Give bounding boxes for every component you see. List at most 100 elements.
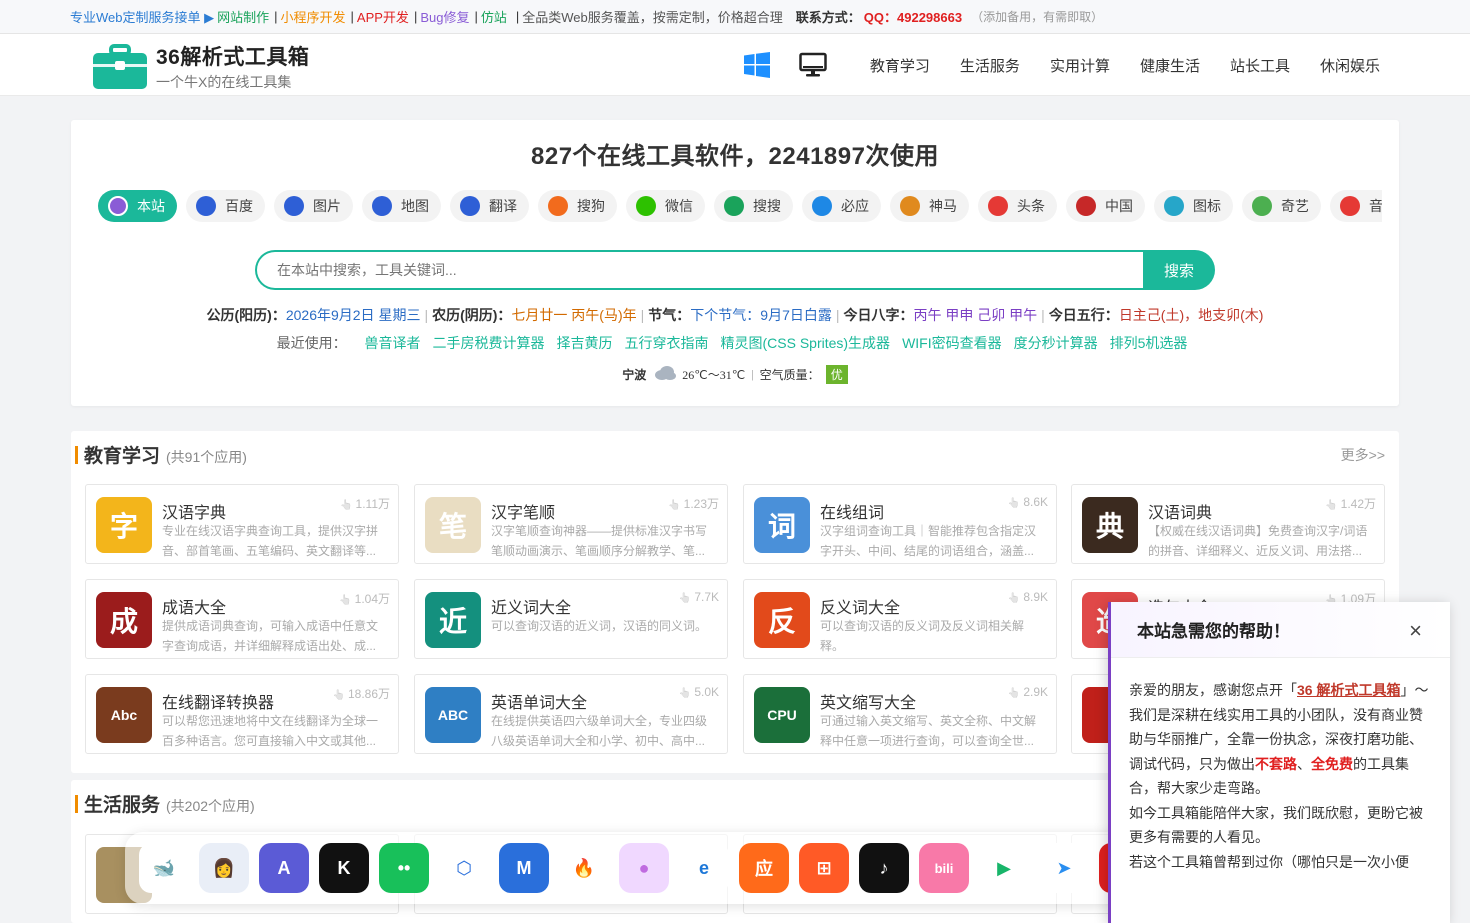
tiktok-icon[interactable]: ♪ bbox=[859, 843, 909, 893]
tool-card[interactable]: 反反义词大全 8.9K 可以查询汉语的反义词及反义词相关解释。 bbox=[743, 579, 1057, 659]
more-link[interactable]: 更多>> bbox=[1341, 445, 1385, 465]
engine-tab[interactable]: 图标 bbox=[1154, 190, 1233, 222]
tool-card[interactable]: ABC 英语单词大全 5.0K 在线提供英语四六级单词大全，专业四级八级英语单词大全和… bbox=[414, 674, 728, 754]
recent-tool-link[interactable]: 五行穿衣指南 bbox=[624, 335, 708, 351]
popup-site-link[interactable]: 36 解析式工具箱 bbox=[1297, 682, 1400, 698]
tool-name: 汉语词典 bbox=[1148, 505, 1213, 522]
grid-app-icon[interactable]: ⊞ bbox=[799, 843, 849, 893]
tool-card[interactable]: CPU 英文缩写大全 2.9K 可通过输入英文缩写、英文全称、中文解释中任意一项进行查… bbox=[743, 674, 1057, 754]
tool-description: 可以查询汉语的近义词，汉语的同义词。 bbox=[491, 619, 708, 633]
tool-card[interactable]: Abc 在线翻译转换器 18.86万可以帮您迅速地将中文在线翻译为全球一百多种语言。… bbox=[85, 674, 399, 754]
mountain-app-icon[interactable]: M bbox=[499, 843, 549, 893]
engine-label: 百度 bbox=[225, 198, 253, 214]
promo-link-app[interactable]: APP开发 bbox=[357, 7, 409, 26]
promo-bar: 专业Web定制服务接单 ▶ 网站制作 | 小程序开发 | APP开发 | Bug修复 |… bbox=[0, 0, 1470, 34]
nav-entertainment[interactable]: 休闲娱乐 bbox=[1320, 55, 1380, 76]
monitor-icon[interactable] bbox=[798, 50, 828, 80]
engine-label: 微信 bbox=[665, 198, 693, 214]
kimi-icon[interactable]: K bbox=[319, 843, 369, 893]
recent-tool-link[interactable]: 择吉黄历 bbox=[556, 335, 612, 351]
tool-card[interactable]: 近近义词大全 7.7K 可以查询汉语的近义词，汉语的同义词。 bbox=[414, 579, 728, 659]
almanac-line: 公历(阳历)：2026年9月2日 星期三 | 农历(阴历)：七月廿一 丙午(马)年 |… bbox=[206, 307, 1264, 323]
engine-tab[interactable]: 头条 bbox=[978, 190, 1057, 222]
promo-text[interactable]: 专业Web定制服务接单 ▶ bbox=[70, 7, 214, 26]
tool-card[interactable]: 笔汉字笔顺 1.23万汉字笔顺查询神器——提供标准汉字书写笔顺动画演示、笔画顺序分… bbox=[414, 484, 728, 564]
tool-description: 可通过输入英文缩写、英文全称、中文解释中任意一项进行查询，可以查询全世... bbox=[820, 714, 1037, 748]
tool-name: 在线翻译转换器 bbox=[162, 695, 275, 712]
recent-tool-link[interactable]: 兽音译者 bbox=[364, 335, 420, 351]
search-input[interactable] bbox=[255, 250, 1143, 290]
video-player-icon[interactable]: ▶ bbox=[979, 843, 1029, 893]
nav-webmaster[interactable]: 站长工具 bbox=[1230, 55, 1290, 76]
ie-browser-icon[interactable]: e bbox=[679, 843, 729, 893]
flame-icon[interactable]: 🔥 bbox=[559, 843, 609, 893]
engine-tab[interactable]: 中国 bbox=[1066, 190, 1145, 222]
contact-qq[interactable]: QQ：492298663 bbox=[864, 7, 962, 26]
nav-education[interactable]: 教育学习 bbox=[870, 55, 930, 76]
sogou-icon bbox=[548, 196, 568, 216]
engine-tab[interactable]: 音乐 bbox=[1330, 190, 1382, 222]
tool-views: 1.04万 bbox=[339, 590, 390, 607]
wechat-icon bbox=[636, 196, 656, 216]
nav-life[interactable]: 生活服务 bbox=[960, 55, 1020, 76]
site-logo[interactable]: 36解析式工具箱 一个牛X的在线工具集 bbox=[92, 41, 309, 92]
baidu-image-icon bbox=[284, 196, 304, 216]
app-dock: 🐋 👩 A K •• ⬡ M 🔥 ● e 应 ⊞ ♪ bili ▶ ➤ bbox=[125, 832, 1125, 904]
air-quality-badge: 优 bbox=[825, 365, 848, 384]
bilibili-icon[interactable]: bili bbox=[919, 843, 969, 893]
engine-tab[interactable]: 必应 bbox=[802, 190, 881, 222]
bazi-label: 今日八字： bbox=[843, 307, 914, 323]
tool-card[interactable]: 典汉语词典 1.42万【权威在线汉语词典】免费查询汉字/词语的拼音、详细释义、近反… bbox=[1071, 484, 1385, 564]
engine-tab[interactable]: 本站 bbox=[98, 190, 177, 222]
recent-tool-link[interactable]: 排列5机选器 bbox=[1110, 335, 1188, 351]
windows-icon[interactable] bbox=[742, 50, 772, 80]
promo-link-clone[interactable]: 仿站 bbox=[481, 7, 507, 26]
engine-tab[interactable]: 翻译 bbox=[450, 190, 529, 222]
solar-date: 2026年9月2日 星期三 bbox=[285, 307, 421, 323]
bing-icon bbox=[812, 196, 832, 216]
tool-views: 1.23万 bbox=[668, 495, 719, 512]
app-store-icon[interactable]: A bbox=[259, 843, 309, 893]
section-title: 教育学习 bbox=[84, 446, 161, 467]
engine-label: 图标 bbox=[1193, 198, 1221, 214]
nav-health[interactable]: 健康生活 bbox=[1140, 55, 1200, 76]
nav-calculator[interactable]: 实用计算 bbox=[1050, 55, 1110, 76]
tool-card[interactable]: 词在线组词 8.6K 汉字组词查询工具｜智能推荐包含指定汉字开头、中间、结尾的词语组… bbox=[743, 484, 1057, 564]
tool-description: 汉字组词查询工具｜智能推荐包含指定汉字开头、中间、结尾的词语组合，涵盖... bbox=[820, 524, 1037, 558]
air-quality-label: 空气质量： bbox=[759, 368, 820, 382]
avatar-assistant-icon[interactable]: 👩 bbox=[199, 843, 249, 893]
promo-slogan: 全品类Web服务覆盖，按需定制，价格超合理 bbox=[522, 10, 783, 25]
hex-browser-icon[interactable]: ⬡ bbox=[439, 843, 489, 893]
weather-city: 宁波 bbox=[622, 368, 647, 382]
site-header: 36解析式工具箱 一个牛X的在线工具集 教育学习 生活服务 实用计算 健康生活 … bbox=[0, 34, 1470, 96]
promo-link-miniprogram[interactable]: 小程序开发 bbox=[281, 7, 346, 26]
tool-card[interactable]: 成成语大全 1.04万提供成语词典查询，可输入成语中任意文字查询成语，并详细解释成… bbox=[85, 579, 399, 659]
app-market-icon[interactable]: 应 bbox=[739, 843, 789, 893]
engine-tab[interactable]: 图片 bbox=[274, 190, 353, 222]
arrow-app-icon[interactable]: ➤ bbox=[1039, 843, 1089, 893]
green-face-icon[interactable]: •• bbox=[379, 843, 429, 893]
engine-tab[interactable]: 神马 bbox=[890, 190, 969, 222]
recent-tool-link[interactable]: 度分秒计算器 bbox=[1014, 335, 1098, 351]
recent-tool-link[interactable]: WIFI密码查看器 bbox=[902, 335, 1002, 351]
search-button[interactable]: 搜索 bbox=[1143, 250, 1215, 290]
recent-tool-link[interactable]: 精灵图(CSS Sprites)生成器 bbox=[720, 335, 890, 351]
shenma-icon bbox=[900, 196, 920, 216]
engine-tab[interactable]: 奇艺 bbox=[1242, 190, 1321, 222]
promo-link-website[interactable]: 网站制作 bbox=[217, 7, 269, 26]
deepseek-icon[interactable]: 🐋 bbox=[139, 843, 189, 893]
engine-tab[interactable]: 百度 bbox=[186, 190, 265, 222]
chinese-dictionary-icon: 典 bbox=[1082, 497, 1138, 553]
tool-card[interactable]: 字汉语字典 1.11万专业在线汉语字典查询工具，提供汉字拼音、部首笔画、五笔编码、… bbox=[85, 484, 399, 564]
tool-views: 5.0K bbox=[679, 685, 719, 699]
engine-tab[interactable]: 搜狗 bbox=[538, 190, 617, 222]
engine-tab[interactable]: 搜搜 bbox=[714, 190, 793, 222]
tool-name: 汉语字典 bbox=[162, 505, 227, 522]
engine-tab[interactable]: 微信 bbox=[626, 190, 705, 222]
recent-tool-link[interactable]: 二手房税费计算器 bbox=[432, 335, 544, 351]
solar-label: 公历(阳历)： bbox=[206, 307, 286, 323]
orb-icon[interactable]: ● bbox=[619, 843, 669, 893]
promo-link-bugfix[interactable]: Bug修复 bbox=[420, 7, 469, 26]
engine-tab[interactable]: 地图 bbox=[362, 190, 441, 222]
close-icon[interactable]: × bbox=[1409, 618, 1422, 644]
